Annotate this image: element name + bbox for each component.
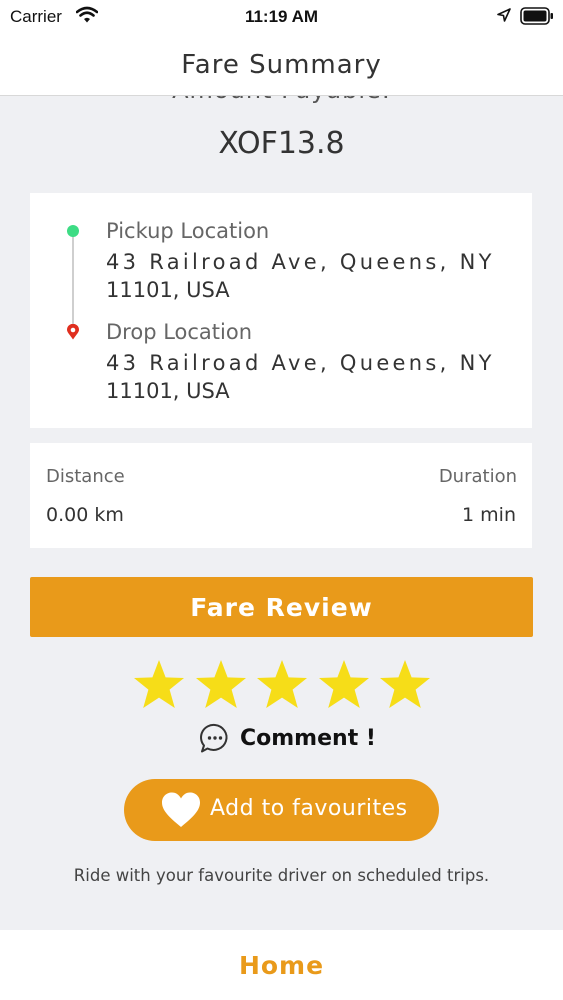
clock-time: 11:19 AM xyxy=(244,7,319,26)
route-card: Pickup Location 43 Railroad Ave, Queens,… xyxy=(30,193,532,428)
pickup-location-label: Pickup Location xyxy=(106,219,270,243)
drop-address-line2: 11101, USA xyxy=(106,379,230,403)
trip-metrics-card: Distance 0.00 km Duration 1 min xyxy=(30,443,532,548)
distance-label: Distance xyxy=(46,466,125,487)
status-bar: Carrier 11:19 AM xyxy=(0,0,563,34)
comment-label: Comment ! xyxy=(240,726,376,751)
home-button[interactable]: Home xyxy=(0,951,563,980)
page-title: Fare Summary xyxy=(181,50,382,80)
home-bar: Home xyxy=(0,930,563,1000)
add-to-favourites-button[interactable]: Add to favourites xyxy=(124,779,439,841)
fare-review-button[interactable]: Fare Review xyxy=(30,577,533,637)
star-icon[interactable] xyxy=(132,658,186,712)
nav-bar: Fare Summary xyxy=(0,34,563,96)
drop-location-label: Drop Location xyxy=(106,320,253,344)
star-icon[interactable] xyxy=(255,658,309,712)
battery-icon xyxy=(520,7,553,25)
comment-button[interactable]: Comment ! xyxy=(198,722,398,756)
star-icon[interactable] xyxy=(194,658,248,712)
chat-bubble-icon xyxy=(200,723,228,753)
pickup-address-line2: 11101, USA xyxy=(106,278,230,302)
location-arrow-icon xyxy=(497,8,511,22)
route-connector-line xyxy=(72,233,74,325)
distance-value: 0.00 km xyxy=(46,504,124,526)
favourite-promo-text: Ride with your favourite driver on sched… xyxy=(73,866,490,885)
duration-label: Duration xyxy=(438,466,517,487)
star-icon[interactable] xyxy=(317,658,371,712)
drop-address-line1: 43 Railroad Ave, Queens, NY xyxy=(106,351,495,375)
heart-icon xyxy=(162,792,200,827)
star-icon[interactable] xyxy=(378,658,432,712)
map-pin-icon xyxy=(67,324,79,340)
pickup-dot-icon xyxy=(67,225,79,237)
add-to-favourites-label: Add to favourites xyxy=(210,796,408,821)
duration-value: 1 min xyxy=(462,504,516,526)
pickup-address-line1: 43 Railroad Ave, Queens, NY xyxy=(106,250,495,274)
star-rating xyxy=(132,658,432,716)
amount-payable-value: XOF13.8 xyxy=(218,126,345,161)
